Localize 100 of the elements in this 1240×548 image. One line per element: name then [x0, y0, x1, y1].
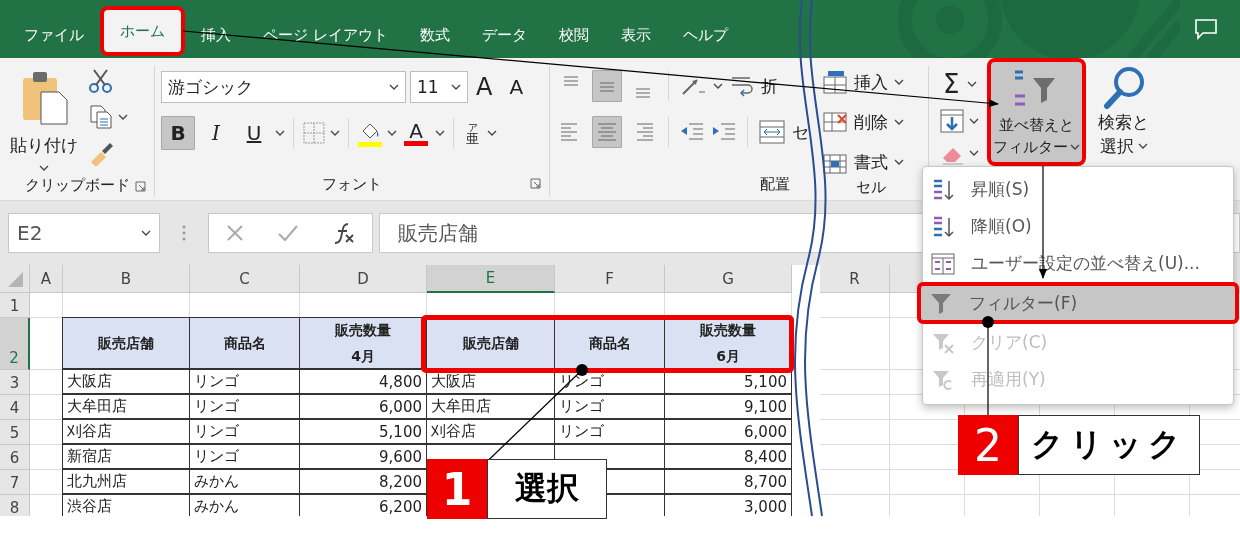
column-header[interactable]: R [820, 265, 890, 293]
step-number-badge: 1 [427, 459, 487, 519]
ribbon-tab[interactable]: ファイル [8, 12, 100, 58]
ribbon-tab[interactable]: 校閲 [542, 12, 605, 58]
caret-icon[interactable] [894, 119, 904, 125]
menu-item[interactable]: フィルター(F) [917, 282, 1239, 324]
table-cell: 6,000 [664, 419, 792, 444]
insert-cells-button[interactable]: 挿入 [818, 66, 908, 98]
column-header[interactable]: A [30, 265, 63, 293]
table-cell: 3,000 [664, 494, 792, 516]
ribbon-tab[interactable]: 表示 [604, 12, 667, 58]
header-cell: 販売店舗 [62, 317, 190, 369]
delete-cells-button[interactable]: 削除 [818, 106, 908, 138]
filter-icon [929, 291, 953, 315]
autosum-button[interactable]: Σ [939, 66, 982, 102]
comment-icon[interactable] [1194, 18, 1218, 40]
caret-icon[interactable] [1137, 143, 1148, 149]
sort-desc-icon [931, 214, 955, 239]
font-name-field[interactable]: 游ゴシック [161, 71, 406, 103]
table-cell: 8,200 [299, 469, 427, 494]
step-label: クリック [1018, 415, 1200, 475]
caret-icon[interactable] [487, 130, 497, 136]
row-header[interactable]: 1 [0, 293, 30, 318]
ribbon-tab[interactable]: ヘルプ [666, 12, 744, 58]
merge-cells-icon[interactable] [758, 119, 786, 145]
find-select-button[interactable]: 検索と 選択 [1092, 58, 1156, 160]
column-header[interactable]: F [555, 265, 665, 293]
ribbon-tab[interactable]: ページ レイアウト [247, 12, 404, 58]
step-number-badge: 2 [958, 415, 1018, 475]
more-icon [182, 224, 186, 242]
underline-button[interactable]: U [237, 116, 271, 150]
row-header[interactable]: 6 [0, 445, 30, 470]
caret-icon[interactable] [713, 83, 723, 89]
format-cells-button[interactable]: 書式 [818, 146, 908, 178]
table-cell: 渋谷店 [62, 494, 190, 516]
caret-icon[interactable] [894, 79, 904, 85]
table-cell: リンゴ [189, 444, 300, 469]
column-header[interactable]: B [63, 265, 190, 293]
row-header[interactable]: 2 [0, 318, 30, 370]
caret-icon[interactable] [118, 114, 128, 120]
italic-button[interactable]: I [199, 116, 233, 150]
bold-button[interactable]: B [161, 116, 195, 150]
table-cell: 刈谷店 [426, 419, 555, 444]
row-header[interactable]: 4 [0, 395, 30, 420]
caret-icon[interactable] [969, 118, 979, 124]
table-cell: リンゴ [554, 419, 665, 444]
ribbon-tab[interactable]: データ [465, 12, 543, 58]
fill-down-icon[interactable] [939, 108, 965, 134]
step-label: 選択 [487, 459, 607, 519]
row-header[interactable]: 8 [0, 495, 30, 516]
copy-icon[interactable] [88, 104, 114, 130]
caret-icon[interactable] [435, 130, 445, 136]
dialog-launcher-icon[interactable] [135, 181, 146, 192]
group-label: 配置 [760, 174, 790, 194]
table-cell: 新宿店 [62, 444, 190, 469]
table-cell: 8,400 [664, 444, 792, 469]
ribbon-tab[interactable]: ホーム [100, 6, 185, 56]
column-header[interactable]: G [665, 265, 792, 293]
table-cell: リンゴ [189, 369, 300, 394]
dialog-launcher-icon[interactable] [530, 178, 541, 189]
empty-cell [820, 395, 890, 420]
row-header[interactable]: 7 [0, 470, 30, 495]
caret-icon[interactable] [969, 150, 979, 156]
ribbon-tab[interactable]: 数式 [403, 12, 466, 58]
font-color-button[interactable]: A [401, 119, 431, 147]
table-cell: 5,100 [299, 419, 427, 444]
sort-asc-icon [931, 177, 955, 202]
row-header[interactable]: 5 [0, 420, 30, 445]
header-cell: 販売数量 6月 [664, 317, 792, 369]
caret-icon[interactable] [330, 130, 340, 136]
column-header[interactable]: C [190, 265, 300, 293]
font-size-field[interactable]: 11 [410, 71, 468, 103]
menu-item[interactable]: 昇順(S) [925, 171, 1231, 208]
caret-icon[interactable] [387, 130, 397, 136]
custom-sort-icon [931, 251, 955, 276]
caret-icon[interactable] [1070, 144, 1081, 150]
scissors-icon[interactable] [88, 68, 114, 94]
table-cell: 9,600 [299, 444, 427, 469]
paste-button[interactable]: 貼り付け [6, 66, 82, 175]
table-cell: 8,700 [664, 469, 792, 494]
header-cell: 商品名 [554, 317, 665, 369]
name-box[interactable]: E2 [8, 213, 160, 253]
caret-icon[interactable] [894, 159, 904, 165]
sort-filter-button[interactable]: 並べ替えと フィルター [987, 58, 1087, 166]
column-header[interactable]: D [300, 265, 427, 293]
group-label: フォント [322, 174, 382, 194]
header-cell: 販売店舗 [426, 317, 555, 369]
decrease-font-size-button[interactable]: A [505, 72, 533, 102]
phonetic-guide-button[interactable]: ア 亜 [462, 119, 483, 147]
caret-icon[interactable] [275, 130, 285, 136]
increase-font-size-button[interactable]: A [472, 70, 502, 104]
header-cell: 商品名 [189, 317, 300, 369]
paste-caret-icon[interactable] [39, 165, 49, 171]
column-header[interactable]: E [427, 265, 555, 293]
group-label: クリップボード [24, 176, 130, 195]
row-header[interactable]: 3 [0, 370, 30, 395]
table-cell: 大牟田店 [426, 394, 555, 419]
ribbon-tab[interactable]: 挿入 [185, 12, 247, 58]
insert-cells-icon [822, 69, 848, 95]
caret-icon[interactable] [967, 81, 978, 87]
